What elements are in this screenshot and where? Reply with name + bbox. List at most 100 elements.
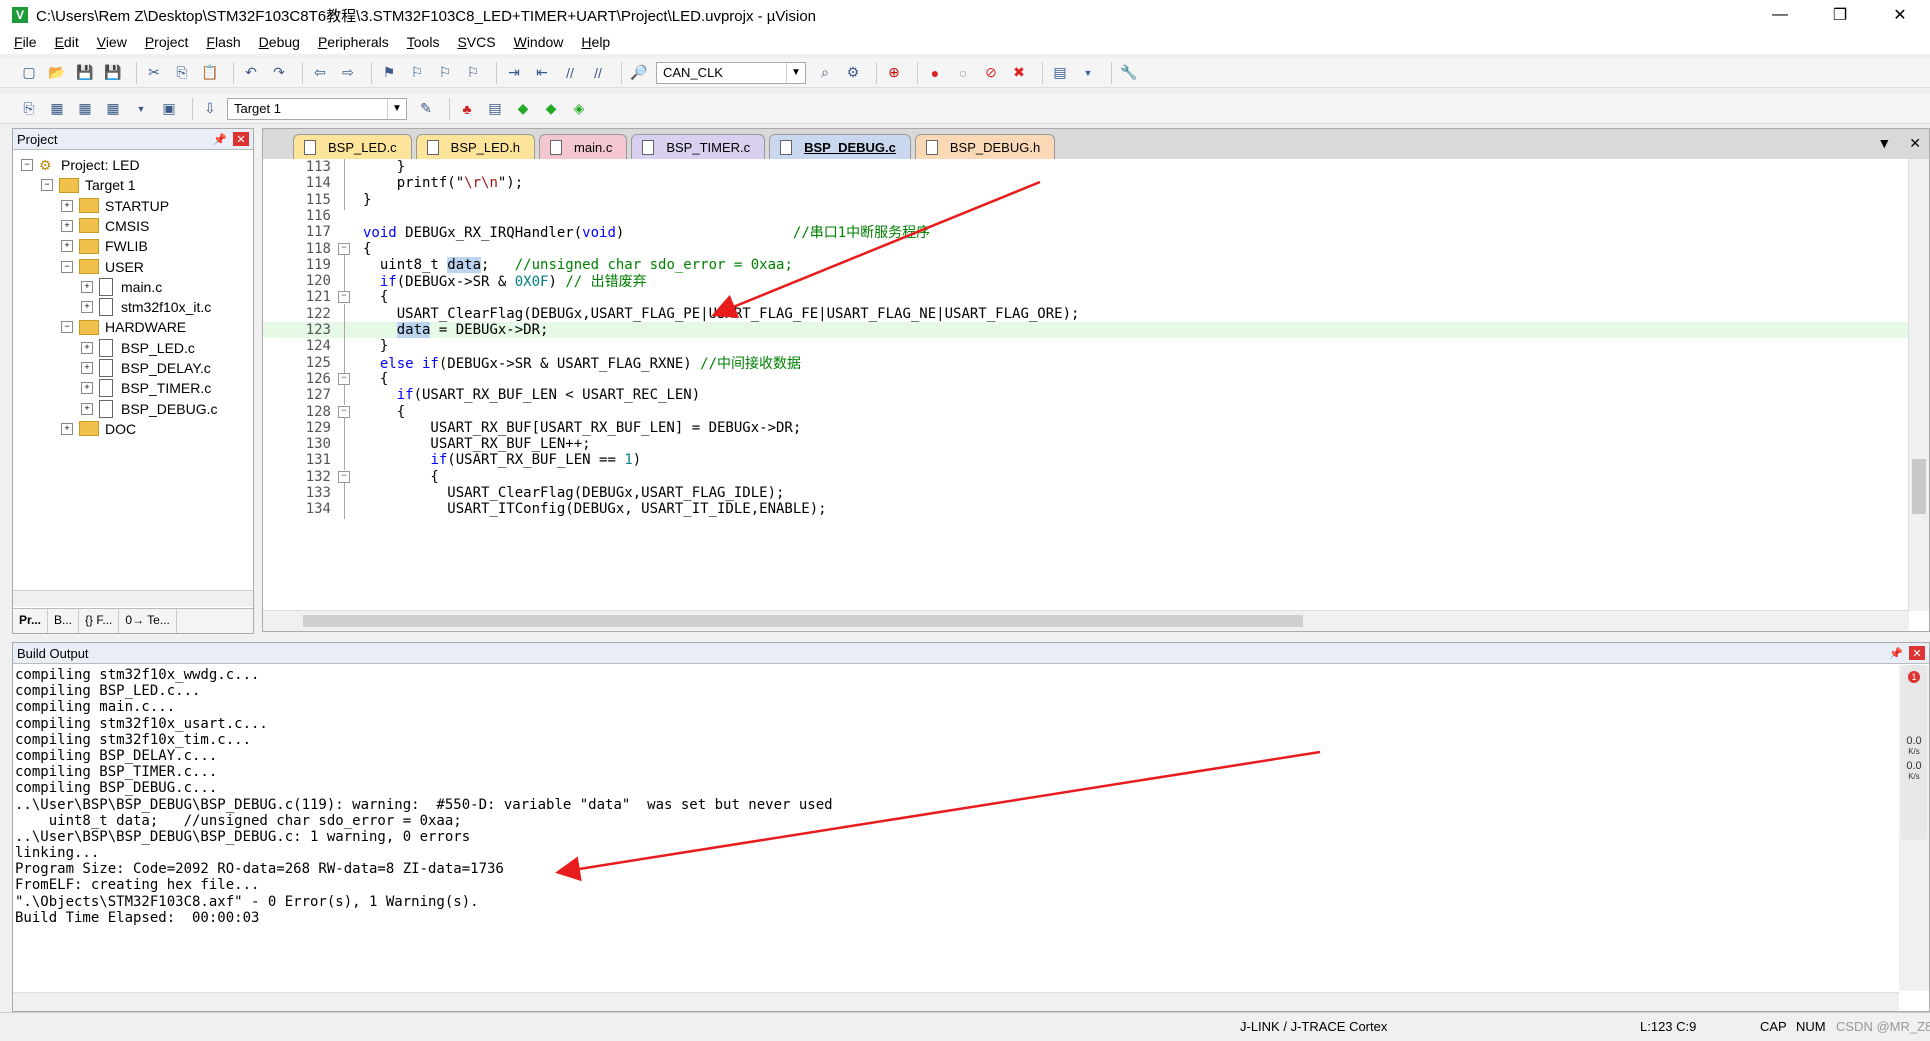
code-line[interactable]: 118−{ — [263, 241, 1909, 257]
expand-icon[interactable]: + — [61, 199, 73, 212]
fold-toggle-icon[interactable]: − — [337, 470, 351, 484]
scrollbar-thumb[interactable] — [1912, 459, 1926, 514]
target-options-icon[interactable]: ✎ — [415, 98, 437, 120]
scrollbar-thumb[interactable] — [303, 615, 1303, 627]
code-line[interactable]: 134 USART_ITConfig(DEBUGx, USART_IT_IDLE… — [263, 499, 1909, 520]
redo-icon[interactable]: ↷ — [268, 62, 290, 84]
editor-vertical-scrollbar[interactable] — [1908, 159, 1929, 611]
disable-breakpoint-icon[interactable]: ○ — [952, 62, 974, 84]
editor-horizontal-scrollbar[interactable] — [263, 610, 1909, 631]
bookmark-icon[interactable]: ⚑ — [378, 62, 400, 84]
collapse-icon[interactable]: − — [61, 260, 73, 273]
collapse-icon[interactable]: − — [61, 321, 73, 334]
tree-item-main-c[interactable]: + main.c — [81, 276, 162, 298]
expand-icon[interactable]: + — [81, 402, 93, 415]
tree-item-target-1[interactable]: − Target 1 — [41, 174, 136, 196]
build-output-vertical-scrollbar[interactable]: 1 0.0 K/s 0.0 K/s — [1899, 665, 1929, 991]
code-line[interactable]: 128− { — [263, 404, 1909, 420]
chevron-down-icon[interactable]: ▼ — [786, 62, 805, 83]
expand-icon[interactable]: + — [81, 382, 93, 395]
kill-all-breakpoints-icon[interactable]: ✖ — [1008, 62, 1030, 84]
close-icon[interactable]: ✕ — [1909, 135, 1921, 152]
debug-session-icon[interactable]: ⊕ — [883, 62, 905, 84]
new-file-icon[interactable]: ▢ — [18, 62, 40, 84]
build-output-text[interactable]: compiling stm32f10x_wwdg.c... compiling B… — [15, 667, 1899, 991]
expand-icon[interactable]: + — [81, 301, 93, 314]
tree-item-user[interactable]: − USER — [61, 256, 144, 278]
minimize-button[interactable]: — — [1750, 0, 1810, 30]
menu-file[interactable]: File — [14, 34, 37, 50]
cut-icon[interactable]: ✂ — [143, 62, 165, 84]
save-all-icon[interactable]: 💾 — [102, 62, 124, 84]
restore-button[interactable]: ❐ — [1810, 0, 1870, 30]
manage-project-items-icon[interactable]: ♣ — [456, 98, 478, 120]
chevron-down-icon[interactable]: ▼ — [387, 98, 406, 119]
code-line[interactable]: 123 data = DEBUGx->DR; — [263, 320, 1909, 340]
tab-templates[interactable]: 0→ Te... — [119, 609, 177, 633]
pin-icon[interactable]: 📌 — [213, 133, 227, 146]
tree-item-doc[interactable]: + DOC — [61, 418, 136, 440]
code-line[interactable]: 130 USART_RX_BUF_LEN++; — [263, 434, 1909, 455]
tab-bsp-led-c[interactable]: BSP_LED.c — [293, 134, 412, 159]
menu-flash[interactable]: Flash — [206, 34, 240, 50]
build-icon[interactable]: ▦ — [46, 98, 68, 120]
comment-icon[interactable]: // — [559, 62, 581, 84]
tree-item-project-led[interactable]: − ⚙ Project: LED — [21, 154, 140, 176]
tree-item-startup[interactable]: + STARTUP — [61, 195, 169, 217]
menu-edit[interactable]: Edit — [55, 34, 79, 50]
code-line[interactable]: 127 if(USART_RX_BUF_LEN < USART_REC_LEN) — [263, 385, 1909, 406]
open-file-icon[interactable]: 📂 — [46, 62, 68, 84]
tree-item-bsp-timer-c[interactable]: + BSP_TIMER.c — [81, 377, 211, 399]
tree-item-hardware[interactable]: − HARDWARE — [61, 316, 186, 338]
unindent-icon[interactable]: ⇤ — [531, 62, 553, 84]
menu-help[interactable]: Help — [581, 34, 610, 50]
prev-bookmark-icon[interactable]: ⚐ — [406, 62, 428, 84]
uncomment-icon[interactable]: // — [587, 62, 609, 84]
menu-project[interactable]: Project — [145, 34, 189, 50]
code-line[interactable]: 122 USART_ClearFlag(DEBUGx,USART_FLAG_PE… — [263, 303, 1909, 324]
select-packs-icon[interactable]: ▤ — [484, 98, 506, 120]
rebuild-icon[interactable]: ▦ — [74, 98, 96, 120]
function-combo[interactable]: CAN_CLK ▼ — [656, 61, 806, 84]
code-line[interactable]: 126− { — [263, 371, 1909, 387]
code-line[interactable]: 131 if(USART_RX_BUF_LEN == 1) — [263, 450, 1909, 471]
code-line[interactable]: 117 void DEBUGx_RX_IRQHandler(void) //串口1… — [263, 224, 1909, 241]
code-line[interactable]: 133 USART_ClearFlag(DEBUGx,USART_FLAG_ID… — [263, 483, 1909, 503]
find-icon[interactable]: ⌕ — [814, 62, 836, 84]
run-time-environment-icon[interactable]: ◈ — [568, 98, 590, 120]
chevron-down-icon[interactable]: ▼ — [130, 98, 152, 120]
next-bookmark-icon[interactable]: ⚐ — [434, 62, 456, 84]
undo-icon[interactable]: ↶ — [240, 62, 262, 84]
chevron-down-icon[interactable]: ▼ — [1077, 62, 1099, 84]
expand-icon[interactable]: + — [61, 422, 73, 435]
expand-icon[interactable]: + — [61, 219, 73, 232]
close-icon[interactable]: ✕ — [233, 132, 249, 146]
menu-svcs[interactable]: SVCS — [457, 34, 495, 50]
tree-item-cmsis[interactable]: + CMSIS — [61, 215, 149, 237]
expand-icon[interactable]: + — [81, 341, 93, 354]
menu-view[interactable]: View — [97, 34, 127, 50]
code-line[interactable]: 115} — [263, 189, 1909, 210]
menu-debug[interactable]: Debug — [259, 34, 300, 50]
breakpoint-icon[interactable]: ● — [924, 62, 946, 84]
pin-icon[interactable]: 📌 — [1889, 647, 1903, 660]
incremental-find-icon[interactable]: ⚙ — [842, 62, 864, 84]
menu-window[interactable]: Window — [514, 34, 564, 50]
download-icon[interactable]: ⇩ — [199, 98, 221, 120]
project-horizontal-scrollbar[interactable] — [13, 590, 253, 607]
target-combo[interactable]: Target 1 ▼ — [227, 97, 407, 120]
tab-project[interactable]: Pr... — [13, 609, 49, 633]
translate-icon[interactable]: ⎘ — [18, 98, 40, 120]
fold-toggle-icon[interactable]: − — [337, 290, 351, 304]
tab-bsp-led-h[interactable]: BSP_LED.h — [415, 134, 536, 159]
expand-icon[interactable]: + — [81, 362, 93, 374]
tree-item-stm32f10x-it-c[interactable]: + stm32f10x_it.c — [81, 296, 211, 318]
fold-toggle-icon[interactable]: − — [337, 242, 351, 256]
tab-bsp-debug-h[interactable]: BSP_DEBUG.h — [914, 134, 1056, 159]
close-button[interactable]: ✕ — [1870, 0, 1930, 30]
nav-back-icon[interactable]: ⇦ — [309, 62, 331, 84]
fold-toggle-icon[interactable]: − — [337, 372, 351, 386]
nav-forward-icon[interactable]: ⇨ — [337, 62, 359, 84]
tree-item-bsp-delay-c[interactable]: + BSP_DELAY.c — [81, 357, 211, 379]
menu-tools[interactable]: Tools — [407, 34, 440, 50]
